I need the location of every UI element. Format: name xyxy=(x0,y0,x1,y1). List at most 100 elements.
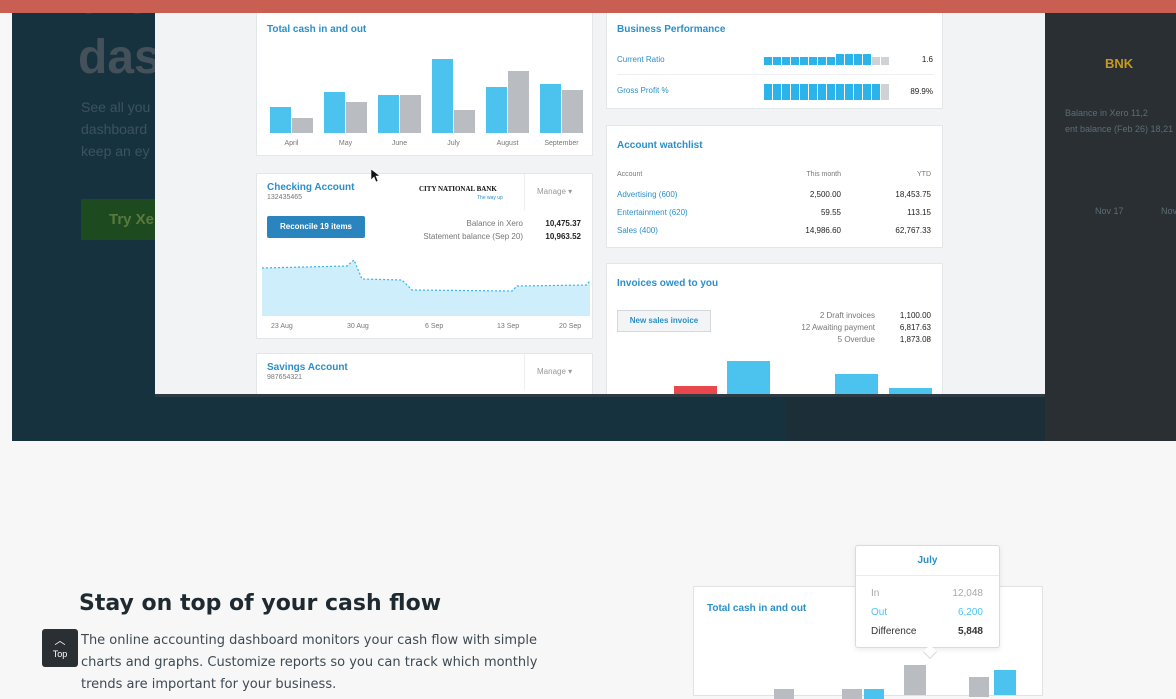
tooltip-row-in: In 12,048 xyxy=(871,588,983,599)
top-color-bar xyxy=(0,0,1176,13)
cash-x-label: April xyxy=(284,140,299,147)
performance-segment xyxy=(800,57,808,65)
statement-label: Statement balance (Sep 20) xyxy=(423,232,523,241)
performance-segment xyxy=(791,57,799,65)
savings-manage-dropdown[interactable]: Manage ▾ xyxy=(524,354,572,390)
cash-chart-title: Total cash in and out xyxy=(267,24,367,35)
x-axis-label: 23 Aug xyxy=(271,323,293,330)
current-ratio-bar xyxy=(764,54,889,65)
cash-bar-in[interactable] xyxy=(324,92,345,133)
background-text: Nov 1 xyxy=(1161,206,1176,216)
cash-bar-out[interactable] xyxy=(454,110,475,133)
cash-x-label: May xyxy=(338,140,353,147)
invoice-bar xyxy=(727,361,770,394)
performance-segment xyxy=(827,57,835,65)
new-sales-invoice-button[interactable]: New sales invoice xyxy=(617,310,711,332)
tooltip-row-difference: Difference 5,848 xyxy=(871,626,983,637)
watchlist-account[interactable]: Sales (400) xyxy=(617,226,658,235)
performance-segment xyxy=(836,84,844,100)
hero-para-line: dashboard xyxy=(81,121,148,137)
cash-bar-out[interactable] xyxy=(346,101,367,133)
watchlist-month: 2,500.00 xyxy=(809,190,841,199)
gross-profit-value: 89.9% xyxy=(910,87,933,96)
invoices-title: Invoices owed to you xyxy=(617,278,719,289)
mini-bar xyxy=(842,689,862,699)
checking-account-card: Checking Account 132435465 City National… xyxy=(256,173,593,339)
mini-bar xyxy=(864,689,884,699)
watchlist-header-month: This month xyxy=(806,171,841,178)
cash-bar-out[interactable] xyxy=(400,94,421,133)
performance-segment xyxy=(854,54,862,65)
bank-logo: BNK xyxy=(1105,56,1134,71)
watchlist-account[interactable]: Entertainment (620) xyxy=(617,208,688,217)
performance-segment xyxy=(764,57,772,65)
cash-bar-in[interactable] xyxy=(270,107,291,133)
performance-segment xyxy=(782,84,790,100)
july-tooltip: July In 12,048 Out 6,200 Difference 5,84… xyxy=(855,545,1000,648)
x-axis-label: 13 Sep xyxy=(497,323,520,330)
savings-account-card: Savings Account 987654321 Manage ▾ xyxy=(256,353,593,394)
invoice-row-label[interactable]: 5 Overdue xyxy=(747,335,875,344)
invoice-bar xyxy=(835,374,878,394)
watchlist-header-ytd: YTD xyxy=(917,171,931,178)
back-to-top-button[interactable]: ︿ Top xyxy=(42,629,78,667)
performance-segment xyxy=(872,84,880,100)
background-text: Nov 17 xyxy=(1095,206,1124,216)
cash-chart-card: Total cash in and out April May June July Au… xyxy=(256,13,593,156)
performance-segment xyxy=(872,57,880,65)
savings-title[interactable]: Savings Account xyxy=(267,362,348,373)
current-ratio-value: 1.6 xyxy=(921,55,933,64)
current-ratio-label[interactable]: Current Ratio xyxy=(617,55,665,64)
watchlist-ytd: 18,453.75 xyxy=(895,190,931,199)
tooltip-value: 5,848 xyxy=(957,626,983,637)
watchlist-account[interactable]: Advertising (600) xyxy=(617,190,677,199)
checking-manage-dropdown[interactable]: Manage ▾ xyxy=(524,174,572,210)
tooltip-month: July xyxy=(856,546,999,576)
bank-logo: City National Bank xyxy=(419,185,497,193)
cash-bar-in[interactable] xyxy=(378,94,399,133)
cash-x-label: July xyxy=(447,140,460,147)
performance-segment xyxy=(827,84,835,100)
performance-segment xyxy=(773,57,781,65)
cash-bar-in[interactable] xyxy=(486,87,507,133)
invoice-row-label[interactable]: 2 Draft invoices xyxy=(747,311,875,320)
watchlist-ytd: 62,767.33 xyxy=(895,226,931,235)
cash-bar-out[interactable] xyxy=(562,90,583,133)
performance-segment xyxy=(782,57,790,65)
performance-segment xyxy=(863,84,871,100)
performance-segment xyxy=(854,84,862,100)
cash-bar-out[interactable] xyxy=(508,70,529,133)
gross-profit-label[interactable]: Gross Profit % xyxy=(617,86,669,95)
x-axis-label: 6 Sep xyxy=(425,323,444,330)
invoice-bar xyxy=(889,388,932,394)
invoice-row-value: 1,100.00 xyxy=(899,311,931,320)
dashboard-screenshot: Total cash in and out April May June July Au… xyxy=(155,13,1045,397)
invoice-row-label[interactable]: 12 Awaiting payment xyxy=(747,323,875,332)
performance-segment xyxy=(818,57,826,65)
balance-area-chart xyxy=(262,259,591,316)
cash-bar-in[interactable] xyxy=(432,59,453,133)
reconcile-button[interactable]: Reconcile 19 items xyxy=(267,216,365,238)
cash-bar-in[interactable] xyxy=(540,84,561,133)
divider xyxy=(617,74,934,75)
performance-segment xyxy=(845,84,853,100)
tooltip-value: 6,200 xyxy=(957,607,983,618)
performance-segment xyxy=(845,54,853,65)
invoice-row-value: 6,817.63 xyxy=(899,323,931,332)
tooltip-value: 12,048 xyxy=(952,588,983,599)
mini-bar xyxy=(994,670,1016,695)
hero-para-line: keep an ey xyxy=(81,143,150,159)
tooltip-label: Out xyxy=(871,607,888,618)
performance-title: Business Performance xyxy=(617,24,726,35)
watchlist-ytd: 113.15 xyxy=(907,208,931,217)
cash-x-label: June xyxy=(391,140,408,147)
cash-bar-out[interactable] xyxy=(292,118,313,133)
watchlist-month: 14,986.60 xyxy=(805,226,841,235)
watchlist-header-account: Account xyxy=(617,171,643,178)
checking-number: 132435465 xyxy=(267,194,303,201)
cash-x-label: August xyxy=(496,140,519,147)
hero-headline: das xyxy=(78,31,161,84)
checking-title[interactable]: Checking Account xyxy=(267,182,354,193)
background-text: ent balance (Feb 26) 18,21 xyxy=(1065,124,1174,134)
balance-xero-value: 10,475.37 xyxy=(545,219,581,228)
